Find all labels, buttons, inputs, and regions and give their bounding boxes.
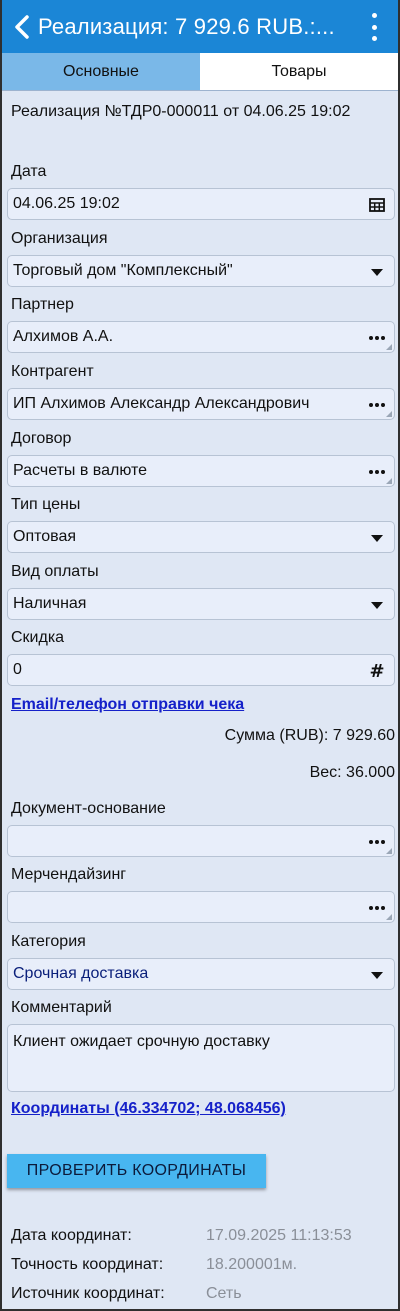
base-document-field[interactable] bbox=[7, 825, 395, 857]
screen: Реализация: 7 929.6 RUB.:... Основные То… bbox=[0, 0, 400, 1311]
partner-value: Алхимов А.А. bbox=[13, 328, 114, 345]
price-type-label: Тип цены bbox=[11, 496, 81, 513]
merchandising-field[interactable] bbox=[7, 891, 395, 923]
contract-field[interactable]: Расчеты в валюте bbox=[7, 455, 395, 487]
corner-marker-icon bbox=[386, 914, 392, 920]
more-dots-icon[interactable] bbox=[366, 456, 388, 488]
comment-textarea[interactable]: Клиент ожидает срочную доставку bbox=[7, 1024, 395, 1092]
calendar-grid-icon[interactable] bbox=[366, 189, 388, 221]
more-dots-icon[interactable] bbox=[366, 892, 388, 924]
dropdown-arrow-icon bbox=[366, 589, 388, 621]
page-title: Реализация: 7 929.6 RUB.:... bbox=[38, 13, 335, 39]
date-label: Дата bbox=[11, 163, 47, 180]
tab-main[interactable]: Основные bbox=[2, 53, 200, 90]
merchandising-label: Мерчендайзинг bbox=[11, 866, 127, 883]
tab-bar: Основные Товары bbox=[2, 53, 398, 91]
payment-type-label: Вид оплаты bbox=[11, 563, 99, 580]
chevron-left-icon bbox=[15, 14, 29, 39]
dropdown-arrow-icon bbox=[366, 959, 388, 991]
comment-label: Комментарий bbox=[11, 999, 112, 1016]
counterparty-value: ИП Алхимов Александр Александрович bbox=[13, 395, 310, 412]
base-document-label: Документ-основание bbox=[11, 800, 166, 817]
coordinates-link[interactable]: Координаты (46.334702; 48.068456) bbox=[11, 1100, 286, 1118]
corner-marker-icon bbox=[386, 848, 392, 854]
dropdown-arrow-icon bbox=[366, 256, 388, 288]
more-dots-icon[interactable] bbox=[366, 389, 388, 421]
more-vert-icon bbox=[371, 13, 377, 18]
tab-goods[interactable]: Товары bbox=[200, 53, 398, 90]
back-button[interactable] bbox=[6, 0, 38, 53]
corner-marker-icon bbox=[386, 411, 392, 417]
discount-field[interactable]: 0 # bbox=[7, 654, 395, 686]
more-dots-icon[interactable] bbox=[366, 826, 388, 858]
coord-source-label: Источник координат: bbox=[11, 1285, 165, 1302]
coord-source-value: Сеть bbox=[206, 1285, 242, 1302]
organization-value: Торговый дом "Комплексный" bbox=[13, 262, 233, 279]
organization-label: Организация bbox=[11, 230, 108, 247]
contract-label: Договор bbox=[11, 430, 72, 447]
date-value: 04.06.25 19:02 bbox=[13, 195, 120, 212]
price-type-select[interactable]: Оптовая bbox=[7, 521, 395, 553]
date-field[interactable]: 04.06.25 19:02 bbox=[7, 188, 395, 220]
payment-type-select[interactable]: Наличная bbox=[7, 588, 395, 620]
receipt-contact-link[interactable]: Email/телефон отправки чека bbox=[11, 696, 244, 714]
dropdown-arrow-icon bbox=[366, 522, 388, 554]
discount-value: 0 bbox=[13, 661, 22, 678]
coord-accuracy-label: Точность координат: bbox=[11, 1256, 164, 1273]
coord-accuracy-value: 18.200001м. bbox=[206, 1256, 298, 1273]
app-bar: Реализация: 7 929.6 RUB.:... bbox=[2, 0, 398, 53]
contract-value: Расчеты в валюте bbox=[13, 462, 148, 479]
check-coordinates-button[interactable]: ПРОВЕРИТЬ КООРДИНАТЫ bbox=[7, 1154, 266, 1188]
coord-date-label: Дата координат: bbox=[11, 1227, 132, 1244]
corner-marker-icon bbox=[386, 478, 392, 484]
corner-marker-icon bbox=[386, 344, 392, 350]
more-vert-dot bbox=[371, 36, 377, 41]
sum-text: Сумма (RUB): 7 929.60 bbox=[224, 727, 395, 744]
more-vert-dot bbox=[371, 24, 377, 30]
coord-date-value: 17.09.2025 11:13:53 bbox=[206, 1227, 352, 1244]
payment-type-value: Наличная bbox=[13, 595, 87, 612]
counterparty-label: Контрагент bbox=[11, 363, 94, 380]
hash-icon: # bbox=[369, 660, 385, 682]
category-label: Категория bbox=[11, 933, 86, 950]
partner-field[interactable]: Алхимов А.А. bbox=[7, 321, 395, 353]
price-type-value: Оптовая bbox=[13, 528, 77, 545]
more-dots-icon[interactable] bbox=[366, 322, 388, 354]
category-select[interactable]: Срочная доставка bbox=[7, 958, 395, 990]
organization-select[interactable]: Торговый дом "Комплексный" bbox=[7, 255, 395, 287]
overflow-menu-button[interactable] bbox=[370, 13, 378, 41]
partner-label: Партнер bbox=[11, 296, 74, 313]
weight-text: Вес: 36.000 bbox=[309, 764, 395, 781]
category-value: Срочная доставка bbox=[13, 965, 149, 982]
discount-label: Скидка bbox=[11, 629, 65, 646]
counterparty-field[interactable]: ИП Алхимов Александр Александрович bbox=[7, 388, 395, 420]
document-title: Реализация №ТДР0-000011 от 04.06.25 19:0… bbox=[11, 103, 351, 120]
